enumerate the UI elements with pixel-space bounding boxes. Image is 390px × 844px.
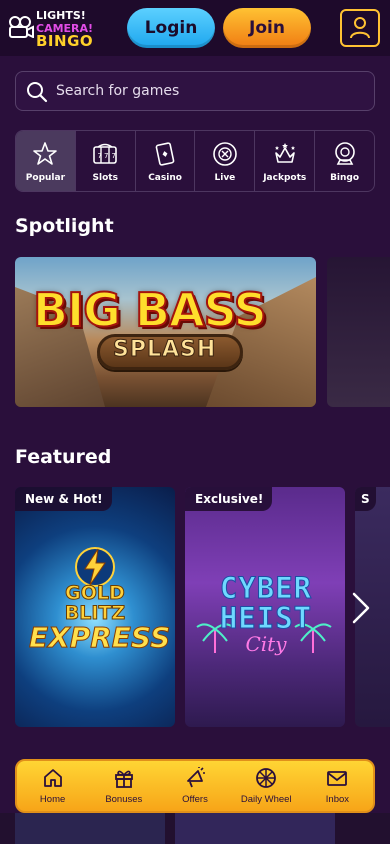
section-title-spotlight: Spotlight	[15, 215, 114, 237]
search-input[interactable]	[56, 72, 356, 110]
nav-label: Home	[39, 794, 66, 805]
svg-text:7: 7	[104, 152, 108, 160]
nav-home[interactable]: Home	[17, 761, 88, 811]
nav-label: Daily Wheel	[240, 794, 292, 805]
tab-slots[interactable]: 7 7 7 Slots	[76, 131, 136, 191]
megaphone-icon	[187, 767, 205, 788]
login-button[interactable]: Login	[127, 8, 215, 48]
tab-bingo[interactable]: Bingo	[315, 131, 374, 191]
svg-text:7: 7	[112, 152, 116, 160]
movie-camera-icon	[9, 16, 34, 38]
user-icon	[350, 17, 370, 39]
tab-label: Bingo	[330, 173, 360, 183]
scroll-content-peek	[0, 813, 390, 844]
game-card-peek	[15, 813, 165, 844]
game-title-line-3: EXPRESS	[29, 621, 171, 654]
roulette-chip-icon	[213, 142, 237, 166]
game-title: BIG BASS	[32, 282, 268, 338]
crown-icon	[274, 143, 295, 163]
nav-daily-wheel[interactable]: Daily Wheel	[231, 761, 302, 811]
nav-bonuses[interactable]: Bonuses	[88, 761, 159, 811]
brand-logo[interactable]: LIGHTS! CAMERA! BINGO	[6, 6, 98, 50]
playing-cards-icon	[155, 142, 175, 166]
game-title-line-1: CYBER	[219, 571, 313, 605]
account-button[interactable]	[340, 9, 380, 47]
bingo-ball-icon	[334, 142, 355, 165]
nav-label: Inbox	[325, 794, 350, 805]
game-title-line-3: City	[245, 632, 287, 656]
tab-label: Jackpots	[263, 173, 307, 183]
nav-inbox[interactable]: Inbox	[302, 761, 373, 811]
logo-line-3: BINGO	[36, 32, 94, 50]
card-badge: Exclusive!	[185, 487, 273, 511]
nav-offers[interactable]: Offers	[159, 761, 230, 811]
tab-jackpots[interactable]: Jackpots	[255, 131, 316, 191]
join-button[interactable]: Join	[223, 8, 311, 48]
search-bar[interactable]	[15, 71, 375, 111]
bottom-navigation: Home Bonuses Offers Daily Wheel Inbox	[15, 759, 375, 813]
section-title-featured: Featured	[15, 446, 112, 468]
tab-label: Live	[214, 173, 236, 183]
tab-popular[interactable]: Popular	[16, 131, 76, 191]
tab-label: Slots	[92, 173, 118, 183]
spotlight-game-card[interactable]: BIG BASS SPLASH	[15, 257, 316, 407]
featured-game-card[interactable]: GOLD BLITZ EXPRESS New & Hot!	[15, 487, 175, 727]
nav-label: Offers	[182, 794, 208, 805]
tab-live[interactable]: Live	[195, 131, 256, 191]
spotlight-next-card[interactable]	[327, 257, 390, 407]
chevron-right-icon[interactable]	[344, 590, 376, 626]
game-title-line-1: GOLD	[65, 582, 126, 604]
slot-reels-icon: 7 7 7	[93, 143, 118, 164]
search-icon	[27, 82, 48, 103]
card-badge: New & Hot!	[15, 487, 112, 511]
svg-text:7: 7	[98, 152, 102, 160]
featured-game-card[interactable]: CYBER HEIST City Exclusive!	[185, 487, 345, 727]
logo-line-1: LIGHTS!	[36, 9, 86, 22]
home-icon	[43, 769, 62, 787]
game-card-peek	[175, 813, 335, 844]
tab-label: Popular	[25, 173, 66, 183]
gift-icon	[114, 770, 133, 788]
game-title-line-2: BLITZ	[64, 602, 126, 624]
category-tabs: Popular 7 7 7 Slots Casino Live Jackpots…	[15, 130, 375, 192]
header: LIGHTS! CAMERA! BINGO Login Join	[0, 0, 390, 56]
tab-label: Casino	[148, 173, 182, 183]
card-badge: S	[355, 487, 376, 511]
tab-casino[interactable]: Casino	[136, 131, 196, 191]
envelope-icon	[327, 771, 348, 786]
wheel-icon	[256, 768, 277, 788]
star-icon	[33, 142, 58, 165]
game-title-line-2: HEIST	[219, 601, 313, 635]
game-subtitle: SPLASH	[112, 337, 217, 363]
nav-label: Bonuses	[105, 794, 143, 805]
